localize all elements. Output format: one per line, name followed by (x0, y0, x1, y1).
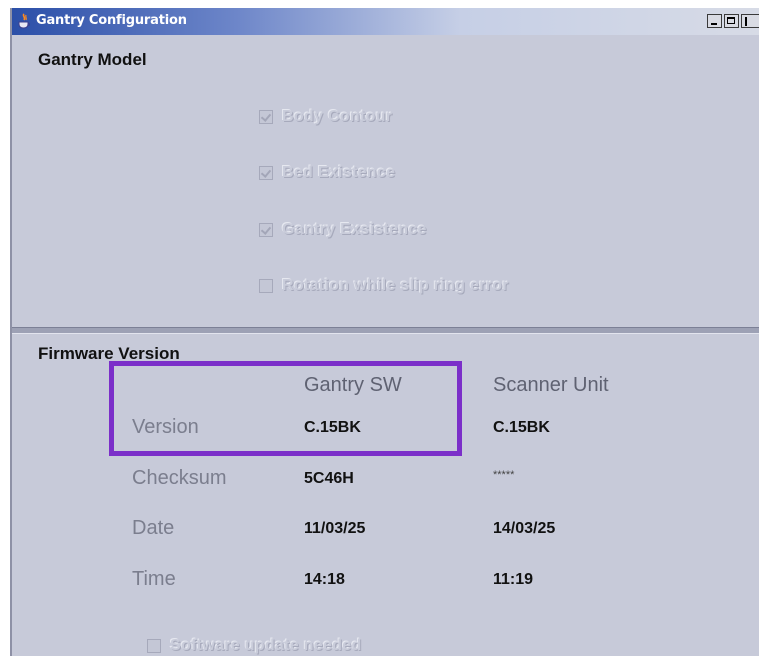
close-button[interactable] (741, 14, 759, 28)
checkbox-box[interactable] (147, 639, 161, 653)
rotation-slip-ring-error-checkbox[interactable]: Rotation while slip ring error (259, 275, 509, 297)
checksum-gantry-sw-value: 5C46H (304, 470, 354, 487)
software-update-checkbox[interactable]: Software update needed (147, 637, 362, 655)
checkbox-box[interactable] (259, 166, 273, 180)
row-label-checksum: Checksum (132, 467, 227, 489)
java-cup-icon (18, 13, 30, 29)
checkbox-label: Gantry Exsistence (282, 221, 427, 238)
body-contour-checkbox[interactable]: Body Contour (259, 106, 392, 128)
section-divider (12, 327, 759, 334)
checksum-scanner-unit-value: ***** (493, 469, 515, 481)
checkbox-label: Software update needed (170, 637, 362, 654)
time-gantry-sw-value: 14:18 (304, 571, 345, 588)
date-scanner-unit-value: 14/03/25 (493, 520, 556, 537)
maximize-button[interactable] (724, 14, 739, 28)
gantry-configuration-window: Gantry Configuration Gantry Model Body C… (10, 8, 759, 656)
gantry-model-heading: Gantry Model (38, 50, 147, 69)
checkbox-box[interactable] (259, 223, 273, 237)
checkbox-label: Rotation while slip ring error (282, 277, 509, 294)
checkbox-box[interactable] (259, 279, 273, 293)
checkbox-label: Body Contour (282, 108, 393, 125)
checkbox-box[interactable] (259, 110, 273, 124)
gantry-existence-checkbox[interactable]: Gantry Exsistence (259, 219, 427, 241)
minimize-button[interactable] (707, 14, 722, 28)
time-scanner-unit-value: 11:19 (493, 571, 534, 588)
version-scanner-unit-value: C.15BK (493, 419, 550, 436)
date-gantry-sw-value: 11/03/25 (304, 520, 366, 537)
row-label-time: Time (132, 568, 176, 590)
window-title: Gantry Configuration (36, 13, 187, 28)
title-bar[interactable]: Gantry Configuration (12, 8, 759, 35)
bed-existence-checkbox[interactable]: Bed Existence (259, 162, 395, 184)
version-highlight-box (109, 361, 462, 456)
checkbox-label: Bed Existence (282, 164, 396, 181)
column-header-scanner-unit: Scanner Unit (493, 374, 609, 396)
row-label-date: Date (132, 517, 175, 539)
